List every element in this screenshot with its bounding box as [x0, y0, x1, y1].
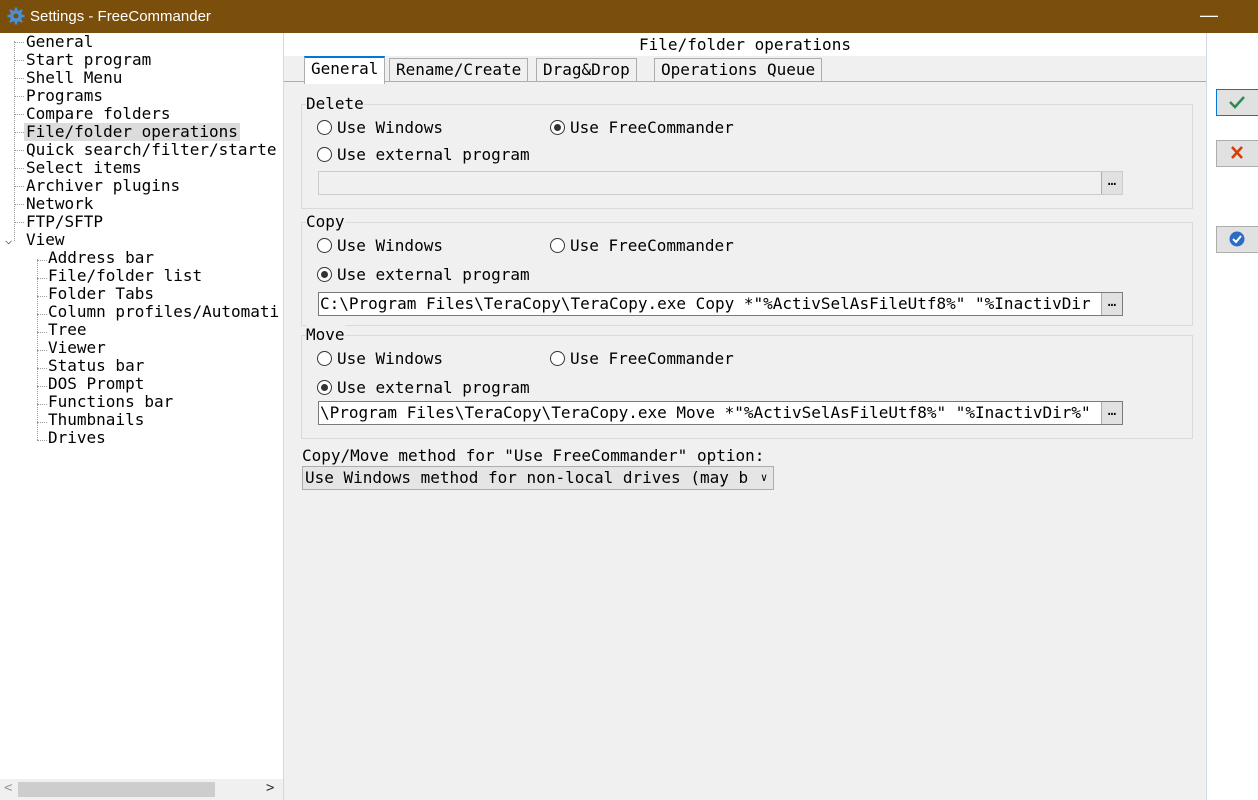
- copy-move-method-label: Copy/Move method for "Use FreeCommander"…: [302, 446, 765, 465]
- tree-item-column-profiles[interactable]: Column profiles/Automati: [48, 303, 279, 321]
- move-use-freecommander-radio[interactable]: Use FreeCommander: [550, 349, 734, 369]
- copy-program-value: C:\Program Files\TeraCopy\TeraCopy.exe C…: [320, 294, 1091, 313]
- tree-item-shell-menu[interactable]: Shell Menu: [26, 69, 122, 87]
- gear-icon: [7, 7, 25, 25]
- tree-item-drives[interactable]: Drives: [48, 429, 106, 447]
- move-browse-button[interactable]: …: [1101, 402, 1122, 424]
- scrollbar-thumb[interactable]: [18, 782, 215, 797]
- move-use-external-radio[interactable]: Use external program: [317, 378, 530, 398]
- copy-move-method-select[interactable]: Use Windows method for non-local drives …: [302, 466, 774, 490]
- tab-bar: General Rename/Create Drag&Drop Operatio…: [284, 56, 1206, 84]
- radio-circle-selected: [550, 120, 565, 135]
- copy-use-external-radio[interactable]: Use external program: [317, 265, 530, 285]
- delete-use-windows-radio[interactable]: Use Windows: [317, 118, 443, 138]
- tree-item-file-folder-list[interactable]: File/folder list: [48, 267, 202, 285]
- chevron-right-icon[interactable]: >: [266, 780, 274, 796]
- radio-circle: [317, 238, 332, 253]
- copy-browse-button[interactable]: …: [1101, 293, 1122, 315]
- radio-circle: [317, 351, 332, 366]
- tree-item-file-folder-operations[interactable]: File/folder operations: [24, 123, 240, 141]
- chevron-left-icon[interactable]: <: [4, 780, 12, 796]
- delete-program-field[interactable]: …: [318, 171, 1123, 195]
- chevron-down-icon[interactable]: ∨: [755, 467, 773, 489]
- radio-circle-selected: [317, 380, 332, 395]
- tab-general[interactable]: General: [304, 56, 386, 84]
- copy-use-windows-radio[interactable]: Use Windows: [317, 236, 443, 256]
- radio-circle: [317, 147, 332, 162]
- apply-button[interactable]: [1216, 226, 1258, 253]
- tree-item-archiver-plugins[interactable]: Archiver plugins: [26, 177, 180, 195]
- tree-item-tree[interactable]: Tree: [48, 321, 87, 339]
- panel-title: File/folder operations: [284, 33, 1206, 56]
- tree-item-network[interactable]: Network: [26, 195, 93, 213]
- tab-operations-queue[interactable]: Operations Queue: [654, 58, 823, 81]
- ok-button[interactable]: [1216, 89, 1258, 116]
- window-title: Settings - FreeCommander: [30, 8, 211, 25]
- move-program-value: \Program Files\TeraCopy\TeraCopy.exe Mov…: [320, 403, 1091, 422]
- check-circle-icon: [1229, 231, 1245, 247]
- tree-item-view[interactable]: View: [26, 231, 65, 249]
- cancel-button[interactable]: [1216, 140, 1258, 167]
- settings-tree: General Start program Shell Menu Program…: [0, 33, 284, 800]
- close-icon: [1231, 146, 1243, 159]
- tree-item-folder-tabs[interactable]: Folder Tabs: [48, 285, 154, 303]
- tree-item-status-bar[interactable]: Status bar: [48, 357, 144, 375]
- tree-item-dos-prompt[interactable]: DOS Prompt: [48, 375, 144, 393]
- tree-item-general[interactable]: General: [26, 33, 93, 51]
- radio-circle: [550, 351, 565, 366]
- tree-item-functions-bar[interactable]: Functions bar: [48, 393, 173, 411]
- radio-circle: [317, 120, 332, 135]
- copy-move-method-value: Use Windows method for non-local drives …: [305, 468, 749, 487]
- tree-item-compare-folders[interactable]: Compare folders: [26, 105, 171, 123]
- tree-connector: [14, 41, 15, 241]
- copy-use-freecommander-radio[interactable]: Use FreeCommander: [550, 236, 734, 256]
- copy-program-field[interactable]: C:\Program Files\TeraCopy\TeraCopy.exe C…: [318, 292, 1123, 316]
- tree-item-select-items[interactable]: Select items: [26, 159, 142, 177]
- tab-drag-drop[interactable]: Drag&Drop: [536, 58, 637, 81]
- tree-item-viewer[interactable]: Viewer: [48, 339, 106, 357]
- checkmark-icon: [1229, 96, 1245, 109]
- tree-item-ftp-sftp[interactable]: FTP/SFTP: [26, 213, 103, 231]
- delete-program-value: [319, 172, 320, 194]
- move-program-field[interactable]: \Program Files\TeraCopy\TeraCopy.exe Mov…: [318, 401, 1123, 425]
- tree-item-programs[interactable]: Programs: [26, 87, 103, 105]
- copy-label: Copy: [306, 212, 345, 231]
- tree-item-address-bar[interactable]: Address bar: [48, 249, 154, 267]
- title-bar: Settings - FreeCommander —: [0, 0, 1258, 33]
- tree-horizontal-scrollbar[interactable]: < >: [0, 779, 283, 800]
- chevron-down-icon[interactable]: ⌵: [5, 233, 12, 247]
- move-label: Move: [306, 325, 345, 344]
- delete-use-freecommander-radio[interactable]: Use FreeCommander: [550, 118, 734, 138]
- tree-item-quick-search[interactable]: Quick search/filter/starte: [26, 141, 276, 159]
- tree-item-start-program[interactable]: Start program: [26, 51, 151, 69]
- radio-circle-selected: [317, 267, 332, 282]
- tree-item-thumbnails[interactable]: Thumbnails: [48, 411, 144, 429]
- minimize-button[interactable]: —: [1199, 0, 1219, 33]
- tab-underline: [284, 81, 1206, 82]
- tab-rename-create[interactable]: Rename/Create: [389, 58, 529, 81]
- move-use-windows-radio[interactable]: Use Windows: [317, 349, 443, 369]
- delete-browse-button[interactable]: …: [1101, 172, 1122, 194]
- delete-use-external-radio[interactable]: Use external program: [317, 145, 530, 165]
- delete-label: Delete: [306, 94, 364, 113]
- radio-circle: [550, 238, 565, 253]
